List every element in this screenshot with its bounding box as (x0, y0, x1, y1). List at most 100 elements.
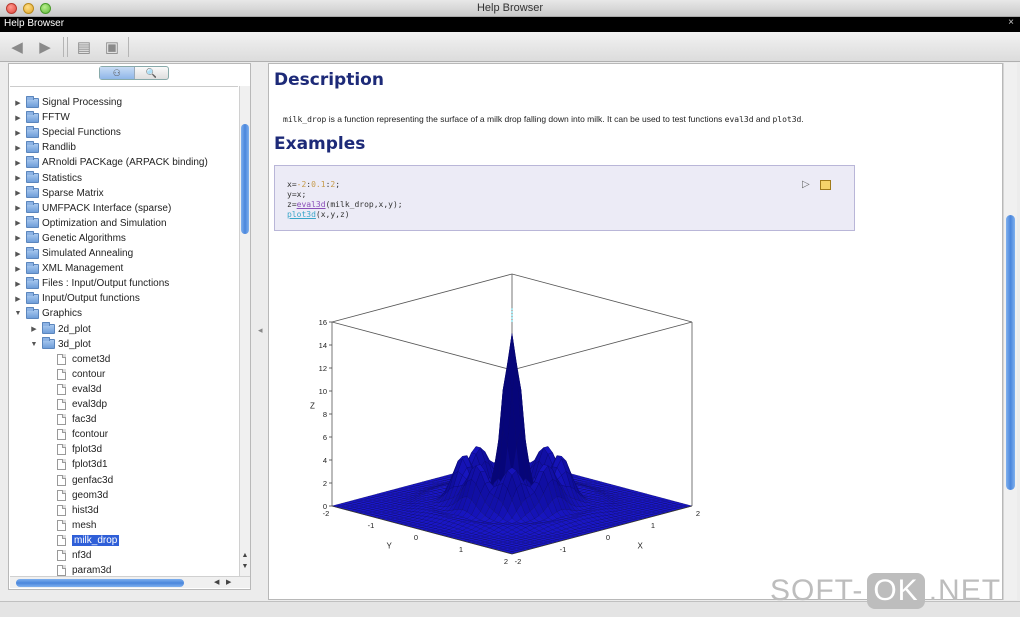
tree-folder-item[interactable]: ▶ FFTW (13, 110, 70, 125)
tree-folder-item[interactable]: ▶ Files : Input/Output functions (13, 276, 169, 291)
tree-hscroll-thumb[interactable] (16, 579, 184, 587)
tree-folder-item[interactable]: ▶ Randlib (13, 140, 76, 155)
collapsed-triangle-icon[interactable]: ▶ (13, 159, 23, 167)
search-tab[interactable]: 🔍 (133, 67, 169, 79)
document-icon (57, 459, 66, 471)
back-button[interactable]: ◀ (6, 36, 28, 58)
tree-item-label: 3d_plot (58, 338, 91, 350)
tree-item-label: Graphics (42, 308, 83, 320)
tree-page-item[interactable]: fcontour (45, 427, 108, 442)
tree-folder-item[interactable]: ▶ Signal Processing (13, 95, 122, 110)
tree-folder-item[interactable]: ▶ XML Management (13, 261, 123, 276)
tree-folder-item[interactable]: ▶ 2d_plot (29, 322, 91, 337)
scroll-down-arrow-icon[interactable]: ▼ (240, 563, 250, 573)
tree-page-item[interactable]: fac3d (45, 412, 96, 427)
collapsed-triangle-icon[interactable]: ▶ (13, 189, 23, 197)
scroll-up-arrow-icon[interactable]: ▲ (240, 552, 250, 562)
tree-folder-item[interactable]: ▶ UMFPACK Interface (sparse) (13, 201, 171, 216)
tree-folder-item[interactable]: ▶ Genetic Algorithms (13, 231, 126, 246)
tree-page-item[interactable]: genfac3d (45, 473, 113, 488)
tree-folder-item[interactable]: ▶ Statistics (13, 171, 82, 186)
expanded-triangle-icon[interactable]: ▼ (13, 310, 23, 317)
inline-code: eval3d (724, 115, 754, 124)
page-setup-button[interactable]: ▣ (101, 36, 123, 58)
scroll-right-arrow-icon[interactable]: ▶ (226, 578, 231, 586)
tree-item-label: Sparse Matrix (42, 187, 104, 199)
tree-folder-item[interactable]: ▼ 3d_plot (29, 337, 91, 352)
tree-page-item[interactable]: fplot3d (45, 442, 102, 457)
plot3d-link[interactable]: plot3d (287, 210, 316, 219)
inline-code: milk_drop (283, 115, 327, 124)
forward-button[interactable]: ▶ (34, 36, 56, 58)
collapsed-triangle-icon[interactable]: ▶ (13, 234, 23, 242)
collapsed-triangle-icon[interactable]: ▶ (13, 295, 23, 303)
y-tick-label: 0 (414, 533, 418, 542)
tree-folder-item[interactable]: ▶ Special Functions (13, 125, 121, 140)
collapsed-triangle-icon[interactable]: ▶ (13, 99, 23, 107)
folder-icon (26, 171, 39, 183)
contents-tab[interactable]: ⚇ (100, 67, 134, 79)
watermark: SOFT- OK .NET (770, 573, 1002, 609)
tree-page-item[interactable]: geom3d (45, 488, 108, 503)
tree-vertical-scrollbar[interactable]: ▲ ▼ (239, 86, 250, 576)
tree-scroll-thumb[interactable] (241, 124, 249, 234)
menu-bar: Help Browser × (0, 17, 1020, 32)
tree-folder-item[interactable]: ▶ Simulated Annealing (13, 246, 133, 261)
document-icon (57, 550, 66, 561)
folder-icon (42, 337, 55, 350)
collapsed-triangle-icon[interactable]: ▶ (13, 204, 23, 212)
expanded-triangle-icon[interactable]: ▼ (29, 341, 39, 348)
tree-folder-item[interactable]: ▼ Graphics (13, 306, 82, 321)
scroll-left-arrow-icon[interactable]: ◀ (214, 578, 219, 586)
tree-page-item[interactable]: fplot3d1 (45, 457, 108, 472)
edit-example-icon[interactable] (820, 180, 831, 190)
pane-splitter[interactable]: ◂ (254, 63, 266, 590)
tree-folder-item[interactable]: ▶ Optimization and Simulation (13, 216, 167, 231)
folder-icon (26, 125, 39, 138)
tree-folder-item[interactable]: ▶ Input/Output functions (13, 291, 140, 306)
y-axis-label: Y (387, 541, 393, 550)
eval3d-link[interactable]: eval3d (297, 200, 326, 209)
tree-page-item[interactable]: eval3d (45, 382, 101, 397)
collapsed-triangle-icon[interactable]: ▶ (13, 219, 23, 227)
close-icon[interactable]: × (1008, 17, 1014, 28)
x-tick-label: 0 (606, 533, 610, 542)
folder-icon (42, 322, 55, 334)
collapsed-triangle-icon[interactable]: ▶ (29, 325, 39, 333)
collapsed-triangle-icon[interactable]: ▶ (13, 174, 23, 182)
print-button[interactable]: ▤ (73, 36, 95, 58)
code-line: z=eval3d(milk_drop,x,y); (287, 200, 403, 209)
collapsed-triangle-icon[interactable]: ▶ (13, 265, 23, 273)
tree-folder-item[interactable]: ▶ Sparse Matrix (13, 186, 104, 201)
run-example-icon[interactable]: ▷ (802, 179, 810, 190)
tree-page-item[interactable]: contour (45, 367, 105, 382)
tree-item-label: genfac3d (72, 474, 114, 486)
collapsed-triangle-icon[interactable]: ▶ (13, 129, 23, 137)
tree-page-item[interactable]: nf3d (45, 548, 91, 563)
collapsed-triangle-icon[interactable]: ▶ (13, 280, 23, 288)
tree-item-label: Special Functions (42, 127, 121, 139)
tree-page-item[interactable]: mesh (45, 518, 96, 533)
folder-icon (26, 110, 39, 123)
tree-horizontal-scrollbar[interactable]: ◀ ▶ (10, 576, 250, 588)
tree-page-item[interactable]: eval3dp (45, 397, 107, 412)
tree-page-item[interactable]: hist3d (45, 503, 99, 518)
description-text: is a function representing the surface o… (326, 114, 725, 124)
z-tick-label: 12 (319, 364, 327, 373)
tree-item-label: 2d_plot (58, 323, 91, 335)
folder-icon (26, 291, 39, 304)
tree-folder-item[interactable]: ▶ ARnoldi PACKage (ARPACK binding) (13, 155, 208, 170)
collapsed-triangle-icon[interactable]: ▶ (13, 250, 23, 258)
z-tick-label: 4 (323, 456, 327, 465)
collapsed-triangle-icon[interactable]: ▶ (13, 144, 23, 152)
tree-page-item[interactable]: comet3d (45, 352, 110, 367)
content-scroll-thumb[interactable] (1006, 215, 1015, 490)
folder-icon (26, 246, 39, 259)
folder-icon (26, 155, 39, 168)
tree-page-item[interactable]: milk_drop (45, 533, 120, 548)
tree-item-label: Input/Output functions (42, 293, 140, 305)
collapsed-triangle-icon[interactable]: ▶ (13, 114, 23, 122)
contents-tree: ▶ Signal Processing ▶ FFTW ▶ Special Function… (10, 86, 238, 576)
tree-page-item[interactable]: param3d (45, 563, 111, 576)
content-vertical-scrollbar[interactable] (1003, 63, 1017, 600)
